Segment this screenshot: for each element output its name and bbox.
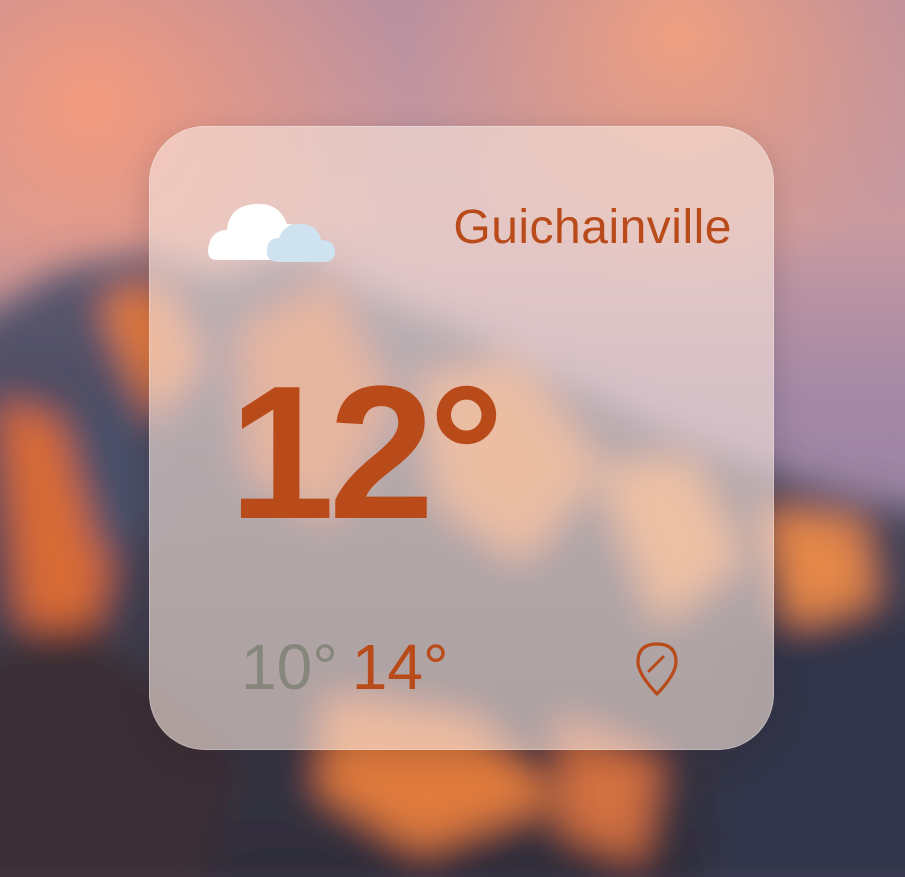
low-temperature: 10° (241, 631, 338, 703)
city-name: Guichainville (453, 201, 732, 254)
temperature-range: 10° 14° (241, 631, 449, 703)
current-temperature: 12° (229, 347, 504, 559)
weather-widget[interactable]: Guichainville 12° 10° 14° (149, 126, 774, 750)
high-temperature: 14° (351, 631, 449, 703)
location-edit-icon[interactable] (632, 638, 682, 698)
partly-cloudy-icon (207, 188, 337, 268)
